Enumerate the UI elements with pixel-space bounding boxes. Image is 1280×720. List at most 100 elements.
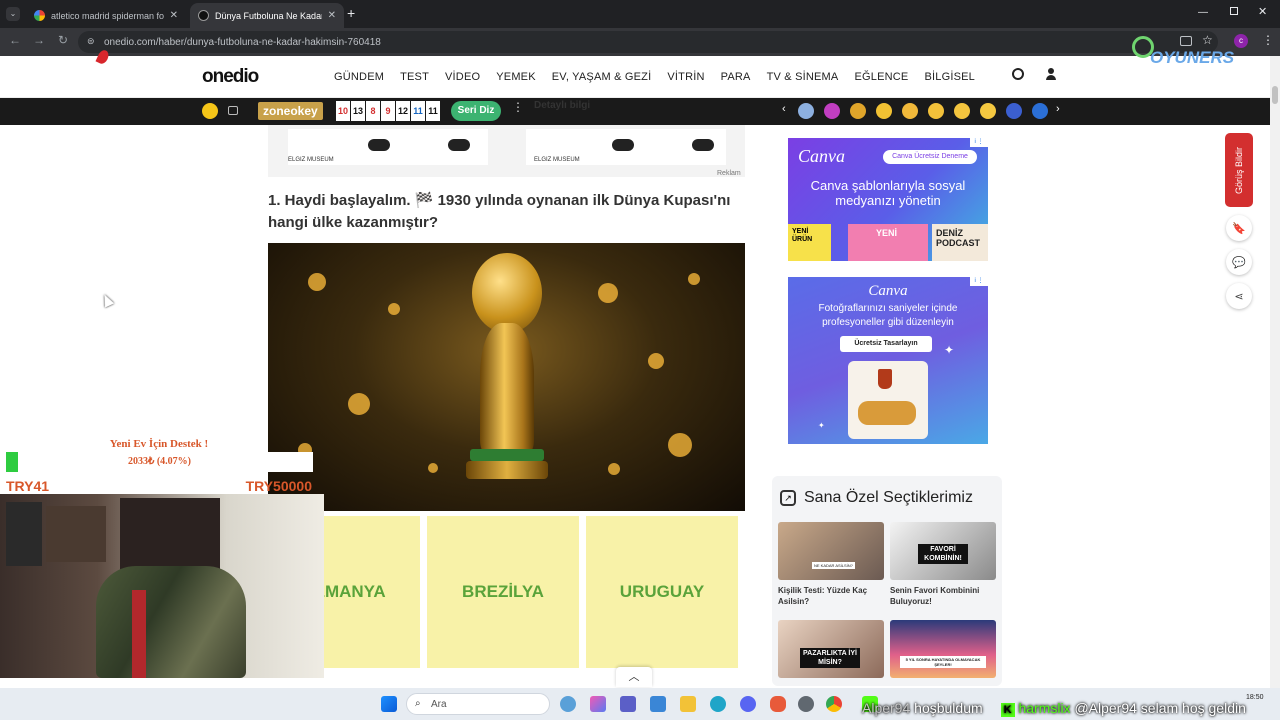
canva-ad-1[interactable]: i ⋮ Canva Canva Ücretsiz Deneme Canva şa… [788, 138, 988, 261]
browser-tab-active[interactable]: Dünya Futboluna Ne Kadar Hakimsin ✕ [190, 3, 344, 28]
feedback-button[interactable]: Görüş Bildir [1225, 133, 1253, 207]
explorer-icon[interactable] [680, 696, 696, 712]
blue-badge-2-icon[interactable] [1032, 103, 1048, 119]
more-dots-icon[interactable]: ⋮ [512, 100, 524, 114]
donation-bar: 2033₺ (4.07%) [6, 452, 313, 472]
recommendations-panel: ↗ Sana Özel Seçtiklerimiz NE KADAR ASİLS… [772, 476, 1002, 686]
canva-tile: YENİ [848, 224, 928, 261]
bokeh-light [598, 283, 618, 303]
page-scrollbar[interactable] [1270, 56, 1280, 688]
site-info-icon[interactable]: ⊜ [87, 36, 95, 47]
pick-card[interactable]: 5 YIL SONRA HAYATINDA OLMAYACAK ŞEYLER! [890, 620, 996, 678]
prev-arrow-icon[interactable]: ‹ [782, 103, 786, 115]
share-icon[interactable]: ⋖ [1226, 283, 1252, 309]
windows-start-icon[interactable] [381, 696, 397, 712]
zoneokey-logo[interactable]: zoneokey [258, 102, 323, 120]
canva-try-button[interactable]: Canva Ücretsiz Deneme [883, 150, 977, 164]
bookmark-icon[interactable]: 🔖 [1226, 215, 1252, 241]
browser-tabstrip: ⌄ atletico madrid spiderman forma ✕ Düny… [0, 0, 1280, 28]
stream-chat: Alper94 hoşbuldum K harmslix @Alper94 se… [862, 700, 1246, 717]
next-arrow-icon[interactable]: › [1056, 103, 1060, 115]
play-emoji-icon[interactable] [850, 103, 866, 119]
scroll-top-button[interactable]: ︿ [616, 667, 652, 687]
trophy [452, 253, 562, 503]
mic-icon[interactable] [770, 696, 786, 712]
pick-card[interactable]: NE KADAR ASİLSİN? Kişilik Testi: Yüzde K… [778, 522, 884, 607]
close-tab-icon[interactable]: ✕ [170, 10, 178, 21]
scrollbar-thumb[interactable] [1272, 86, 1278, 104]
nav-item[interactable]: PARA [721, 71, 751, 83]
reload-icon[interactable]: ↻ [54, 33, 72, 47]
widgets-icon[interactable] [590, 696, 606, 712]
teams-icon[interactable] [620, 696, 636, 712]
minimize-icon[interactable]: — [1198, 7, 1208, 18]
canva-ad-2[interactable]: i ⋮ Canva Fotoğraflarınızı saniyeler içi… [788, 277, 988, 444]
nav-item[interactable]: BİLGİSEL [924, 71, 975, 83]
comments-icon[interactable]: 💬 [1226, 249, 1252, 275]
top-ad-banner[interactable]: ELGIZ MUSEUM ELGIZ MUSEUM [268, 125, 745, 177]
chrome-icon[interactable] [826, 696, 842, 712]
ad-card: ELGIZ MUSEUM [288, 129, 488, 165]
blue-badge-icon[interactable] [1006, 103, 1022, 119]
pick-image: NE KADAR ASİLSİN? [778, 522, 884, 580]
forward-icon[interactable]: → [30, 33, 48, 47]
donation-title: Yeni Ev İçin Destek ! [109, 438, 209, 450]
adchoices-icon[interactable]: i ⋮ [970, 138, 988, 147]
game-emoji-icon[interactable] [824, 103, 840, 119]
close-window-icon[interactable]: ✕ [1258, 5, 1267, 18]
clock[interactable]: 18:50 [1246, 694, 1264, 701]
sparkle-icon: ✦ [944, 343, 955, 357]
details-link[interactable]: Detaylı bilgi [534, 100, 590, 111]
settings-icon[interactable] [798, 696, 814, 712]
copilot-icon[interactable] [560, 696, 576, 712]
nav-item[interactable]: YEMEK [496, 71, 536, 83]
nav-item[interactable]: EV, YAŞAM & GEZİ [552, 71, 652, 83]
oyuners-watermark: OYUNERS [1130, 36, 1242, 70]
user-icon[interactable] [1046, 68, 1056, 81]
canva-headline: Canva şablonlarıyla sosyal medyanızı yön… [810, 178, 966, 208]
edge-icon[interactable] [710, 696, 726, 712]
close-tab-icon[interactable]: ✕ [328, 10, 336, 21]
store-icon[interactable] [650, 696, 666, 712]
ball-emoji-icon[interactable] [798, 103, 814, 119]
okey-tile: 9 [381, 101, 395, 121]
canva-logo: Canva [868, 283, 908, 299]
smiley-icon[interactable] [202, 103, 218, 119]
okey-tile: 11 [426, 101, 440, 121]
new-tab-button[interactable]: + [347, 5, 355, 21]
search-icon[interactable] [1012, 68, 1024, 80]
sad-emoji-icon[interactable] [954, 103, 970, 119]
site-logo[interactable]: onedio [202, 66, 259, 88]
face-emoji-icon[interactable] [902, 103, 918, 119]
nav-item[interactable]: TV & SİNEMA [767, 71, 839, 83]
address-bar[interactable]: ⊜ onedio.com/haber/dunya-futboluna-ne-ka… [78, 31, 1218, 53]
browser-tab[interactable]: atletico madrid spiderman forma ✕ [26, 3, 186, 28]
glasses-emoji-icon[interactable] [876, 103, 892, 119]
back-icon[interactable]: ← [6, 33, 24, 47]
canva-headline: Fotoğraflarınızı saniyeler içinde profes… [818, 303, 958, 328]
nav-item[interactable]: VİTRİN [667, 71, 704, 83]
heart-eyes-emoji-icon[interactable] [928, 103, 944, 119]
pick-card[interactable]: FAVORİ KOMBİNİN! Senin Favori Kombinini … [890, 522, 996, 607]
taskbar-search[interactable]: ⌕ Ara [406, 693, 550, 715]
google-favicon-icon [34, 10, 45, 21]
robot-icon[interactable] [228, 106, 238, 115]
nav-item[interactable]: VİDEO [445, 71, 480, 83]
maximize-icon[interactable] [1230, 7, 1238, 15]
grin-emoji-icon[interactable] [980, 103, 996, 119]
okey-tiles[interactable]: 10 13 8 9 12 11 11 [336, 101, 440, 121]
nav-item[interactable]: TEST [400, 71, 429, 83]
answer-option[interactable]: BREZİLYA [427, 516, 579, 668]
bokeh-light [688, 273, 700, 285]
pick-card[interactable]: PAZARLIKTA İYİ MİSİN? [778, 620, 884, 678]
tab-search-icon[interactable]: ⌄ [6, 7, 20, 21]
serie-diz-button[interactable]: Seri Diz [451, 101, 501, 121]
mask-icon-2 [448, 139, 470, 151]
canva-design-button[interactable]: Ücretsiz Tasarlayın [840, 336, 932, 352]
pick-badge: 5 YIL SONRA HAYATINDA OLMAYACAK ŞEYLER! [900, 656, 986, 668]
discord-icon[interactable] [740, 696, 756, 712]
nav-item[interactable]: EĞLENCE [854, 71, 908, 83]
nav-item[interactable]: GÜNDEM [334, 71, 384, 83]
menu-icon[interactable]: ⋮ [1262, 33, 1274, 47]
answer-option[interactable]: URUGUAY [586, 516, 738, 668]
